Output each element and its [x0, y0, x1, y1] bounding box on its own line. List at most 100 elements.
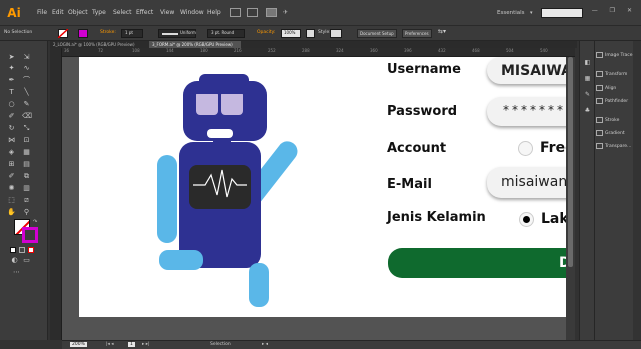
stroke-swatch[interactable]: [78, 29, 88, 38]
eraser-icon[interactable]: ⌫: [22, 112, 32, 120]
arrange-icon[interactable]: ⇆▾: [438, 28, 446, 35]
menu-type[interactable]: Type: [92, 9, 106, 16]
robot-screen: [189, 165, 251, 209]
robot-illustration[interactable]: [79, 57, 309, 317]
column-graph-icon[interactable]: ▥: [22, 184, 31, 192]
panel-stroke[interactable]: Stroke: [596, 116, 634, 126]
eyedropper-icon[interactable]: ✐: [7, 172, 16, 180]
artboard-tool-icon[interactable]: ⬚: [7, 196, 16, 204]
shape-builder-icon[interactable]: ◈: [7, 148, 16, 156]
color-panel-icon[interactable]: ◧: [583, 59, 592, 67]
menu-window[interactable]: Window: [180, 9, 204, 16]
gradient-mode-icon[interactable]: [19, 247, 25, 253]
menu-select[interactable]: Select: [113, 9, 132, 16]
account-label: Account: [387, 141, 447, 156]
curvature-tool-icon[interactable]: ⌒: [22, 76, 31, 84]
color-mode-icon[interactable]: [10, 247, 16, 253]
selection-tool-icon[interactable]: ➤: [7, 53, 16, 61]
zoom-level[interactable]: 200%: [70, 342, 87, 347]
window-controls[interactable]: — ❐ ✕: [592, 7, 637, 14]
ruler-tick: 432: [438, 48, 446, 53]
panel-image-trace[interactable]: Image Trace: [596, 51, 634, 61]
menu-view[interactable]: View: [160, 9, 174, 16]
symbols-panel-icon[interactable]: ♣: [583, 107, 592, 115]
panel-transform[interactable]: Transform: [596, 70, 634, 80]
robot-foot-left: [159, 250, 203, 270]
hand-tool-icon[interactable]: ✋: [7, 208, 16, 216]
email-field[interactable]: misaiwan@: [487, 167, 575, 198]
stroke-label[interactable]: Stroke:: [100, 30, 116, 35]
menu-effect[interactable]: Effect: [136, 9, 153, 16]
gpu-performance-icon[interactable]: ✈: [283, 9, 288, 16]
perspective-grid-icon[interactable]: ▦: [22, 148, 31, 156]
workspace-switcher[interactable]: Essentials: [497, 10, 525, 16]
status-arrow-icon[interactable]: ▸ ◂: [262, 342, 268, 347]
gradient-tool-icon[interactable]: ▤: [22, 160, 31, 168]
search-input[interactable]: [541, 8, 583, 18]
menu-object[interactable]: Object: [68, 9, 88, 16]
first-page-icon[interactable]: |◂ ◂: [106, 342, 113, 347]
line-tool-icon[interactable]: ╲: [22, 88, 31, 96]
password-field[interactable]: ********: [487, 97, 575, 126]
panel-align[interactable]: Align: [596, 84, 634, 94]
panel-transparency[interactable]: Transpare...: [596, 142, 634, 152]
zoom-tool-icon[interactable]: ⚲: [22, 208, 31, 216]
mesh-tool-icon[interactable]: ⊞: [7, 160, 16, 168]
vertical-scrollbar[interactable]: [566, 57, 575, 340]
width-tool-icon[interactable]: ⋈: [7, 136, 16, 144]
stroke-weight-field[interactable]: 1 pt: [121, 29, 143, 38]
username-field[interactable]: MISAIWAN: [487, 57, 575, 84]
free-transform-icon[interactable]: ⊡: [22, 136, 31, 144]
slice-tool-icon[interactable]: ⧄: [22, 196, 31, 204]
opacity-label[interactable]: Opacity:: [257, 30, 276, 35]
none-mode-icon[interactable]: [28, 247, 34, 253]
artboard[interactable]: Username MISAIWAN Password ******** Acco…: [79, 57, 575, 317]
draw-mode-icon[interactable]: ◐: [10, 256, 19, 264]
scale-tool-icon[interactable]: ⤡: [22, 124, 31, 132]
gender-laki-radio[interactable]: [519, 212, 534, 227]
preferences-button[interactable]: Preferences: [402, 29, 432, 38]
magic-wand-icon[interactable]: ✦: [7, 64, 16, 72]
submit-button[interactable]: D: [388, 248, 575, 278]
align-icon: [596, 84, 603, 91]
rotate-tool-icon[interactable]: ↻: [7, 124, 16, 132]
chevron-down-icon[interactable]: ▾: [530, 10, 533, 16]
scroll-thumb[interactable]: [568, 57, 573, 267]
stock-icon[interactable]: [247, 8, 258, 17]
menu-file[interactable]: File: [37, 9, 47, 16]
swap-fill-stroke-icon[interactable]: ↷: [33, 219, 37, 225]
bridge-icon[interactable]: [230, 8, 241, 17]
ellipse-tool-icon[interactable]: ○: [7, 100, 16, 108]
stroke-box[interactable]: [22, 227, 38, 243]
panel-gradient[interactable]: Gradient: [596, 129, 634, 139]
direct-selection-tool-icon[interactable]: ⇲: [22, 53, 31, 61]
tab-form-document[interactable]: 3_FORM.ai* @ 200% (RGB/GPU Preview): [149, 41, 241, 48]
page-number[interactable]: 1: [128, 342, 135, 347]
type-tool-icon[interactable]: T: [7, 88, 16, 96]
blend-tool-icon[interactable]: ⧉: [22, 172, 31, 180]
symbol-sprayer-icon[interactable]: ✺: [7, 184, 16, 192]
document-setup-button[interactable]: Document Setup: [357, 29, 397, 38]
pen-tool-icon[interactable]: ✒: [7, 76, 16, 84]
arrange-documents-icon[interactable]: [266, 8, 277, 17]
account-free-radio[interactable]: [518, 141, 533, 156]
paintbrush-icon[interactable]: ✎: [22, 100, 31, 108]
screen-mode-icon[interactable]: ▭: [22, 256, 31, 264]
edit-toolbar-icon[interactable]: ⋯: [12, 268, 21, 276]
opacity-field[interactable]: 100%: [281, 29, 301, 38]
menu-edit[interactable]: Edit: [52, 9, 64, 16]
shaper-tool-icon[interactable]: ✐: [7, 112, 16, 120]
opacity-arrow[interactable]: [306, 29, 315, 38]
graphic-style-picker[interactable]: [330, 29, 342, 38]
brush-definition[interactable]: 3 pt. Round: [207, 29, 245, 38]
panel-pathfinder[interactable]: Pathfinder: [596, 97, 634, 107]
variable-width-profile[interactable]: Uniform: [158, 29, 196, 38]
swatches-panel-icon[interactable]: ▦: [583, 75, 592, 83]
menu-help[interactable]: Help: [207, 9, 221, 16]
tab-login-document[interactable]: 2_LOGIN.ai* @ 100% (RGB/GPU Preview): [50, 41, 148, 48]
brushes-panel-icon[interactable]: ✎: [583, 91, 592, 99]
next-page-icon[interactable]: ▸ ▸|: [142, 342, 149, 347]
lasso-tool-icon[interactable]: ∿: [22, 64, 31, 72]
username-label: Username: [387, 62, 461, 77]
robot-leg-right: [249, 263, 269, 307]
